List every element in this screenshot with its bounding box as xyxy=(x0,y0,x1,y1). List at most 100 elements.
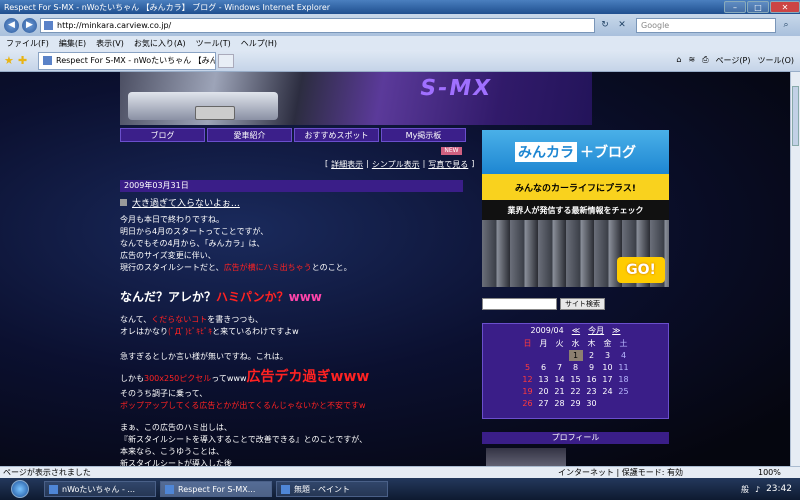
back-button[interactable]: ◀ xyxy=(4,17,19,33)
home-icon[interactable]: ⌂ xyxy=(676,55,681,66)
scrollbar-thumb[interactable] xyxy=(792,86,799,146)
paint-icon xyxy=(281,484,290,494)
post-line: 現行のスタイルシートだと、広告が横にハミ出ちゃうとのこと。 xyxy=(120,262,352,274)
calendar-day[interactable]: 23 xyxy=(585,386,599,397)
ime-indicator[interactable]: 般 xyxy=(741,484,749,495)
browser-tab[interactable]: Respect For S-MX - nWoたいちゃん 【みんカ... xyxy=(38,51,216,70)
calendar-day[interactable]: 30 xyxy=(585,398,599,409)
vertical-scrollbar[interactable] xyxy=(790,72,800,466)
calendar-day[interactable]: 3 xyxy=(601,350,615,361)
menu-favorites[interactable]: お気に入り(A) xyxy=(134,38,186,49)
taskbar-item[interactable]: nWoたいちゃん - ... xyxy=(44,481,156,497)
calendar-day[interactable]: 22 xyxy=(569,386,583,397)
calendar-current-link[interactable]: 今月 xyxy=(588,325,604,336)
calendar-day[interactable]: 2 xyxy=(585,350,599,361)
calendar-day[interactable]: 19 xyxy=(521,386,535,397)
site-search-button[interactable]: サイト検索 xyxy=(560,298,605,310)
calendar-prev-link[interactable]: ≪ xyxy=(572,326,580,335)
calendar-empty xyxy=(553,350,567,361)
add-favorites-icon[interactable]: ✚ xyxy=(18,54,32,67)
calendar-weekday: 火 xyxy=(555,339,564,348)
maximize-button[interactable]: □ xyxy=(747,1,769,13)
post-paragraph-4: しかも 300x250ピクセル ってwww 広告デカ過ぎwww xyxy=(120,366,369,386)
nav-spots[interactable]: おすすめスポット xyxy=(294,128,379,142)
calendar-day[interactable]: 9 xyxy=(585,362,599,373)
calendar-day[interactable]: 24 xyxy=(601,386,615,397)
banner-logo: みんカラ ＋ ブログ xyxy=(482,130,669,174)
nav-blog[interactable]: ブログ xyxy=(120,128,205,142)
photo-view-link[interactable]: 写真で見る xyxy=(428,159,468,170)
calendar-day[interactable]: 1 xyxy=(568,350,583,361)
post-heading: なんだ？アレか？ハミパンか？www xyxy=(120,288,322,305)
url-field[interactable]: http://minkara.carview.co.jp/ xyxy=(40,17,595,33)
search-icon[interactable]: ⌕ xyxy=(779,18,793,32)
detail-view-link[interactable]: 詳細表示 xyxy=(331,159,363,170)
post-emphasis: (ﾟДﾟ)ﾋﾟｷﾋﾟｷ xyxy=(168,327,213,336)
calendar-day[interactable]: 5 xyxy=(521,362,535,373)
calendar-weekday: 日 xyxy=(523,339,532,348)
post-title[interactable]: 大き過ぎて入らないよぉ… xyxy=(132,196,240,209)
site-search-input[interactable] xyxy=(482,298,557,310)
start-button[interactable] xyxy=(0,478,40,500)
minkara-banner-ad[interactable]: みんカラ ＋ ブログ みんなのカーライフにプラス! 業界人が発信する最新情報をチ… xyxy=(482,130,669,287)
post-emphasis: 300x250ピクセル xyxy=(144,374,212,383)
calendar-day[interactable]: 7 xyxy=(553,362,567,373)
post-emphasis-line: ポップアップしてくる広告とかが出てくるんじゃないかと不安ですw xyxy=(120,401,366,410)
calendar-day[interactable]: 15 xyxy=(569,374,583,385)
taskbar-item[interactable]: 無題 - ペイント xyxy=(276,481,388,497)
search-input[interactable]: Google xyxy=(636,17,776,33)
calendar-day[interactable]: 14 xyxy=(553,374,567,385)
taskbar-label: 無題 - ペイント xyxy=(294,484,350,494)
close-button[interactable]: ✕ xyxy=(770,1,800,13)
banner-subline: 業界人が発信する最新情報をチェック xyxy=(482,200,669,220)
calendar-day[interactable]: 27 xyxy=(537,398,551,409)
calendar-day[interactable]: 17 xyxy=(601,374,615,385)
menu-file[interactable]: ファイル(F) xyxy=(6,38,49,49)
ie-icon xyxy=(165,484,174,494)
calendar-grid: 日月火水木金土 1 2 3 4 5 6 7 8 9 10 11 12 13 14 15 16 17 18 19 20 21… xyxy=(483,338,668,409)
calendar-day[interactable]: 4 xyxy=(617,350,631,361)
stop-icon[interactable]: ✕ xyxy=(615,18,629,32)
calendar-day[interactable]: 16 xyxy=(585,374,599,385)
nav-car[interactable]: 愛車紹介 xyxy=(207,128,292,142)
forward-button[interactable]: ▶ xyxy=(22,17,37,33)
favorites-star-icon[interactable]: ★ xyxy=(4,54,18,67)
calendar-day[interactable]: 18 xyxy=(617,374,631,385)
calendar-day[interactable]: 25 xyxy=(617,386,631,397)
post-paragraph-5: そのうち調子に乗って、 ポップアップしてくる広告とかが出てくるんじゃないかと不安… xyxy=(120,388,366,412)
calendar-day[interactable]: 8 xyxy=(569,362,583,373)
menu-tools[interactable]: ツール(T) xyxy=(196,38,231,49)
menu-help[interactable]: ヘルプ(H) xyxy=(241,38,277,49)
page-menu[interactable]: ページ(P) xyxy=(716,55,751,66)
calendar-day[interactable]: 11 xyxy=(617,362,631,373)
calendar-next-link[interactable]: ≫ xyxy=(612,326,620,335)
taskbar-item[interactable]: Respect For S-MX... xyxy=(160,481,272,497)
calendar-day[interactable]: 20 xyxy=(537,386,551,397)
graffiti-logo: S-MX xyxy=(417,76,495,101)
calendar-day[interactable]: 29 xyxy=(569,398,583,409)
minimize-button[interactable]: – xyxy=(724,1,746,13)
calendar-day[interactable]: 26 xyxy=(521,398,535,409)
post-text: なんて、 xyxy=(120,315,152,324)
banner-go-button[interactable]: GO! xyxy=(617,257,665,283)
calendar-day[interactable]: 12 xyxy=(521,374,535,385)
tools-menu[interactable]: ツール(O) xyxy=(757,55,794,66)
calendar-day[interactable]: 10 xyxy=(601,362,615,373)
calendar-day[interactable]: 28 xyxy=(553,398,567,409)
volume-icon[interactable]: ♪ xyxy=(755,485,760,494)
clock[interactable]: 23:42 xyxy=(766,484,792,494)
feeds-icon[interactable]: ≋ xyxy=(688,55,695,66)
new-tab-button[interactable] xyxy=(218,53,234,68)
calendar-day[interactable]: 13 xyxy=(537,374,551,385)
page-content: S-MX ブログ 愛車紹介 おすすめスポット My掲示板 NEW [ 詳細表示 … xyxy=(0,72,790,466)
zoom-level[interactable]: 100% xyxy=(758,468,800,477)
post-title-row: 大き過ぎて入らないよぉ… xyxy=(120,196,240,209)
calendar-day[interactable]: 21 xyxy=(553,386,567,397)
nav-board[interactable]: My掲示板 xyxy=(381,128,466,142)
menu-view[interactable]: 表示(V) xyxy=(96,38,124,49)
simple-view-link[interactable]: シンプル表示 xyxy=(372,159,420,170)
menu-edit[interactable]: 編集(E) xyxy=(59,38,86,49)
refresh-icon[interactable]: ↻ xyxy=(598,18,612,32)
calendar-day[interactable]: 6 xyxy=(537,362,551,373)
print-icon[interactable]: ⎙ xyxy=(702,55,708,66)
